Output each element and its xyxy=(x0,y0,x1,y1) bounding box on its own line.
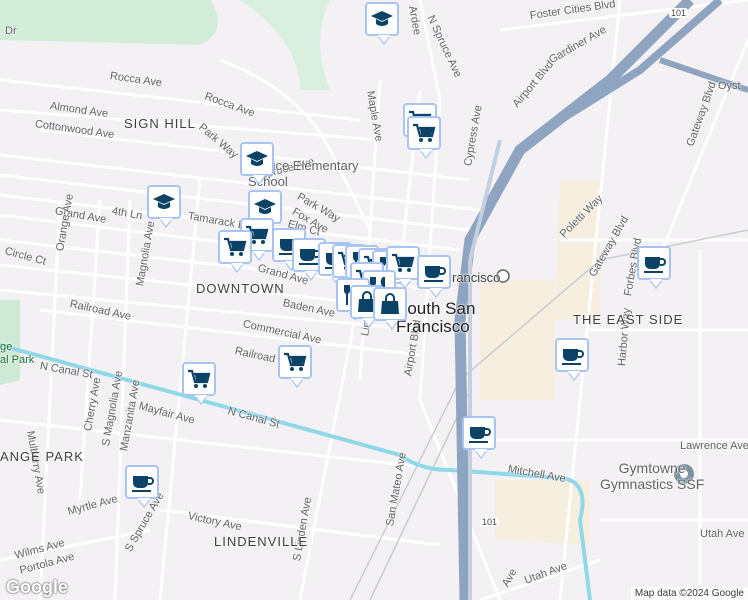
area-orange-park: ANGE PARK xyxy=(0,449,84,464)
cart-marker[interactable] xyxy=(182,362,216,396)
school-marker[interactable] xyxy=(147,185,181,219)
school-icon xyxy=(371,11,393,26)
google-logo[interactable]: Google xyxy=(6,577,68,598)
cup-icon xyxy=(469,427,491,443)
park-label-1: ge xyxy=(0,341,13,353)
school-marker[interactable] xyxy=(240,142,274,176)
street-label: Utah Ave xyxy=(700,528,745,540)
cart-marker[interactable] xyxy=(278,345,312,379)
city-label: South San Francisco xyxy=(396,299,476,336)
highway-shield: 101 xyxy=(480,517,500,527)
cup-marker[interactable] xyxy=(637,246,671,280)
cup-icon xyxy=(132,476,154,492)
street-label: Lawrence Ave xyxy=(680,440,748,452)
cup-icon xyxy=(424,266,446,282)
school-marker[interactable] xyxy=(365,2,399,36)
cart-marker[interactable] xyxy=(218,230,252,264)
highway-shield-2: 101 xyxy=(669,8,689,18)
street-label: Oyst xyxy=(718,80,741,92)
cup-marker[interactable] xyxy=(462,416,496,450)
area-east-side: THE EAST SIDE xyxy=(573,312,684,327)
cup-marker[interactable] xyxy=(417,255,451,289)
bag-icon xyxy=(381,293,399,314)
cart-icon xyxy=(284,352,307,371)
cart-icon xyxy=(413,123,436,142)
school-icon xyxy=(246,151,268,166)
cart-marker[interactable] xyxy=(407,116,441,150)
attribution[interactable]: Map data ©2024 Google xyxy=(630,587,748,600)
area-lindenville: LINDENVILLE xyxy=(214,534,309,549)
cup-marker[interactable] xyxy=(555,338,589,372)
street-label: Dr xyxy=(5,25,17,37)
cup-marker[interactable] xyxy=(125,465,159,499)
bag-marker[interactable] xyxy=(373,287,407,321)
cup-icon xyxy=(644,257,666,273)
area-downtown: DOWNTOWN xyxy=(196,281,285,296)
area-sign-hill: SIGN HILL xyxy=(124,116,196,131)
school-icon xyxy=(153,194,175,209)
poi-label[interactable]: Gymtowne Gymnastics SSF xyxy=(600,460,704,492)
station-label[interactable]: rancisco xyxy=(452,270,500,285)
school-icon xyxy=(254,199,276,214)
cart-icon xyxy=(188,369,211,388)
cart-icon xyxy=(224,237,247,256)
park-label-2: al Park xyxy=(0,354,35,366)
cup-icon xyxy=(562,349,584,365)
